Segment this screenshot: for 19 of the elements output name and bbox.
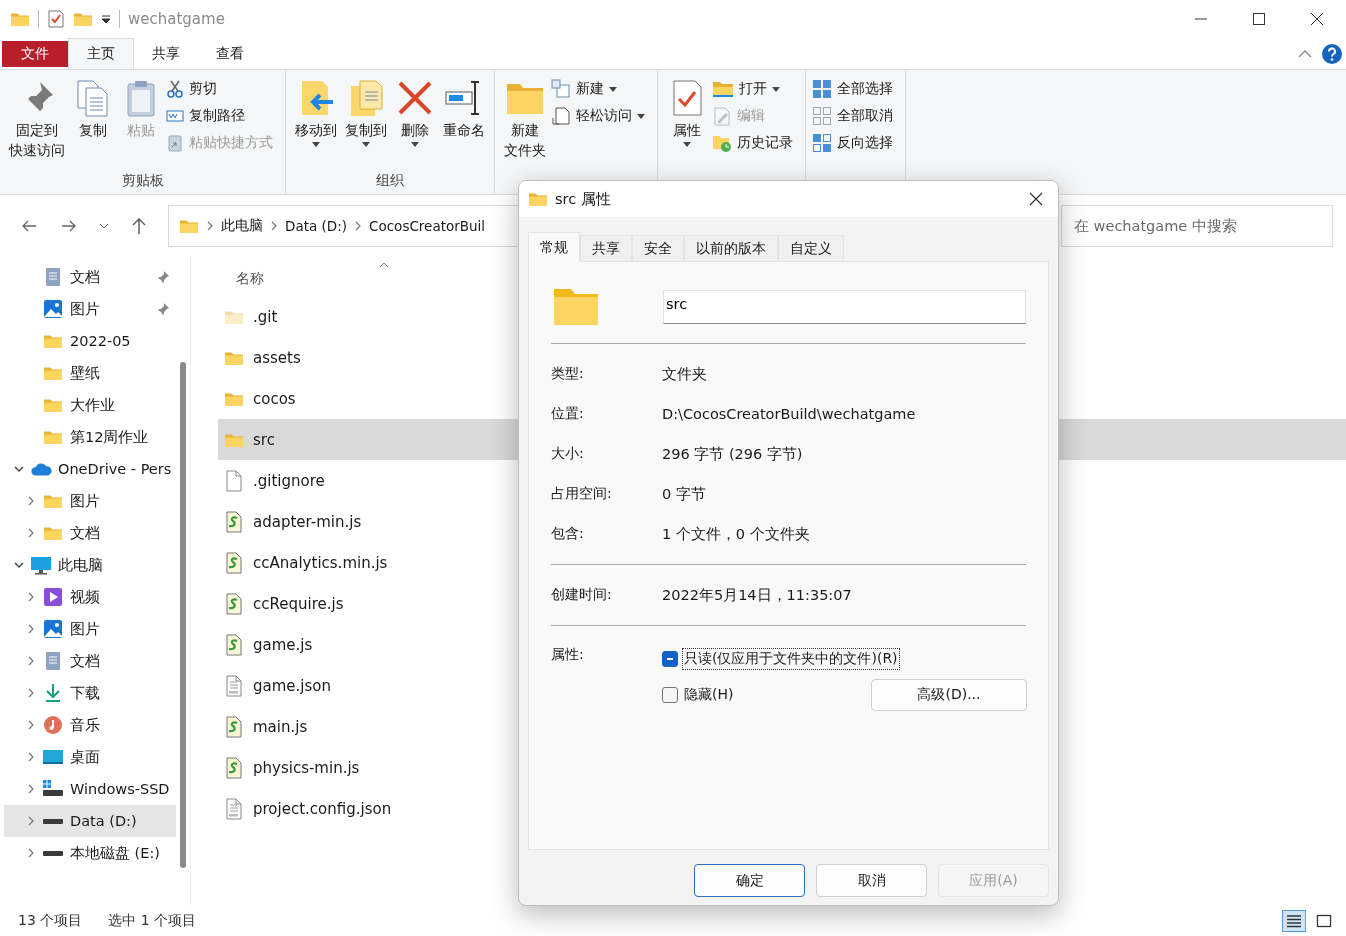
group-label: 剪贴板 [120,172,165,190]
property-value: 文件夹 [662,364,707,384]
property-label: 大小: [551,445,585,463]
property-value: 1 个文件，0 个文件夹 [662,524,810,544]
property-label: 属性: [551,646,585,664]
selection-count: 选中 1 个项目 [108,911,197,930]
group-label: 组织 [375,172,405,190]
property-label: 位置: [551,405,585,423]
property-label: 创建时间: [551,586,613,604]
property-value: 2022年5月14日，11:35:07 [662,585,852,605]
property-value: 296 字节 (296 字节) [662,444,803,464]
item-count: 13 个项目 [18,911,83,930]
dialog-title: src 属性 [555,189,611,209]
window-title: wechatgame [128,10,225,28]
property-label: 占用空间: [551,485,613,503]
property-label: 包含: [551,525,585,543]
property-value: D:\CocosCreatorBuild\wechatgame [662,406,916,422]
property-value: 0 字节 [662,484,706,504]
property-label: 类型: [551,365,585,383]
